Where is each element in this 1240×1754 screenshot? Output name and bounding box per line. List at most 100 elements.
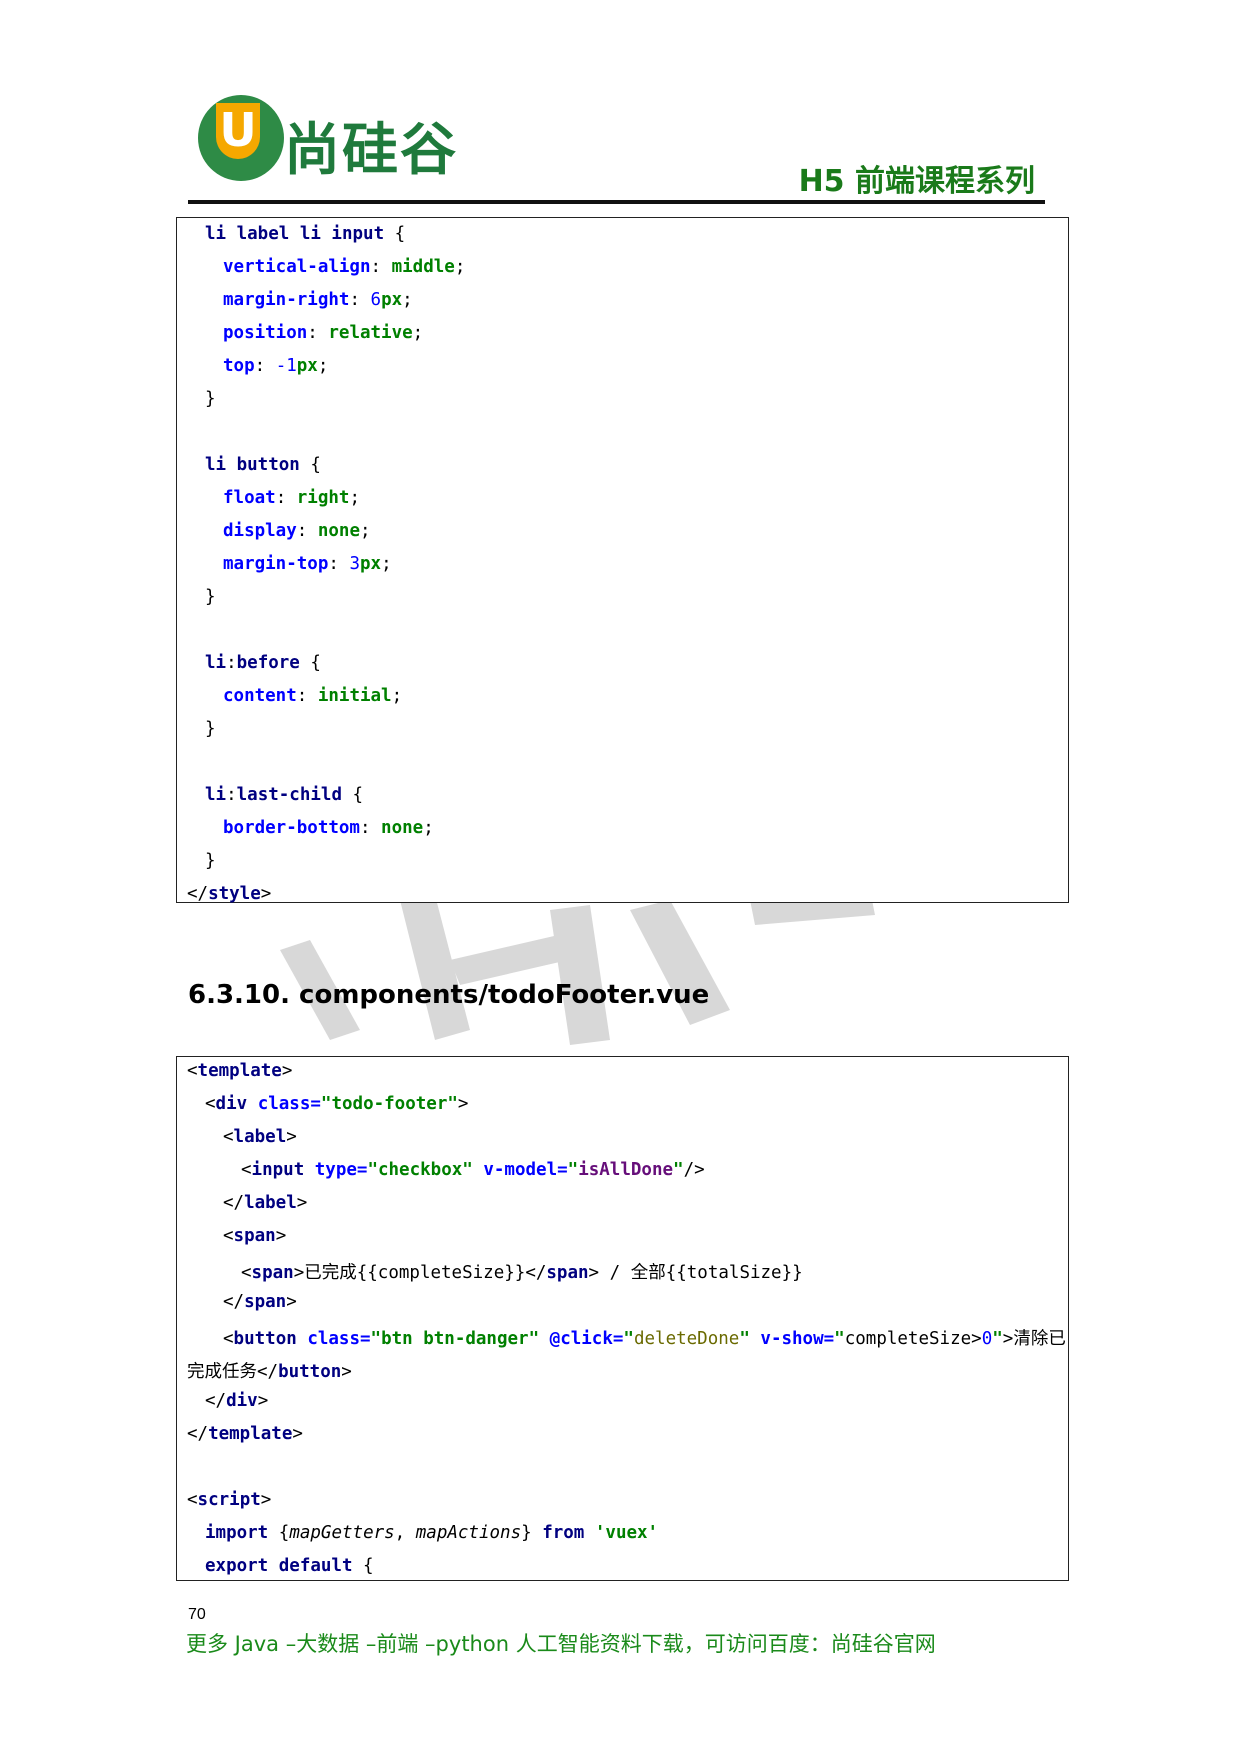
code-token: button	[233, 1329, 308, 1349]
code-token: <	[205, 1094, 216, 1114]
code-token: border-bottom	[223, 818, 360, 838]
code-token: :	[226, 785, 237, 805]
code-token: relative	[328, 323, 413, 343]
code-token: div	[226, 1391, 258, 1411]
code-line: <script>	[187, 1490, 271, 1520]
code-token: >	[275, 1226, 287, 1246]
code-token: initial	[317, 686, 392, 706]
code-token: style	[208, 884, 261, 904]
code-line: <span>	[223, 1226, 286, 1256]
code-token: :	[226, 653, 237, 673]
code-token: class=	[307, 1329, 371, 1349]
code-token: {	[299, 653, 321, 673]
code-token: "	[739, 1329, 761, 1349]
code-token: >	[296, 1193, 308, 1213]
code-token: "	[623, 1329, 634, 1349]
code-token: 0	[981, 1329, 993, 1349]
code-token: margin-right	[223, 290, 350, 310]
code-line: <button class="btn btn-danger" @click="d…	[223, 1325, 1066, 1355]
code-token: :	[254, 356, 276, 376]
code-token: v-model=	[483, 1160, 568, 1180]
code-block-todofooter: <template> <div class="todo-footer"> <labe…	[176, 1056, 1069, 1581]
code-line: 完成任务</button>	[187, 1358, 352, 1388]
code-token: {	[384, 224, 406, 244]
code-token: </	[223, 1193, 245, 1213]
code-line: display: none;	[223, 521, 371, 551]
code-token: <	[241, 1160, 252, 1180]
code-token: ;	[349, 488, 360, 508]
code-token: >	[341, 1362, 352, 1382]
code-token: template	[208, 1424, 293, 1444]
code-line: li button {	[205, 455, 321, 485]
code-line: <input type="checkbox" v-model="isAllDon…	[241, 1160, 705, 1190]
code-token: <	[187, 1490, 198, 1510]
code-token: input	[251, 1160, 315, 1180]
code-token: {	[278, 1523, 290, 1543]
code-token: type=	[314, 1160, 368, 1180]
code-token: px	[296, 356, 318, 376]
code-token: :	[359, 818, 382, 838]
code-line: top: -1px;	[223, 356, 328, 386]
code-token: span	[233, 1226, 276, 1246]
code-token: }	[205, 719, 216, 739]
code-token: ;	[423, 818, 434, 838]
logo: U 尚硅谷	[198, 95, 488, 185]
code-token: "	[992, 1329, 1003, 1349]
code-token: -1	[275, 356, 297, 376]
code-token: px	[381, 290, 403, 310]
code-token: </	[187, 1424, 209, 1444]
code-token: "	[673, 1160, 684, 1180]
header-rule	[188, 200, 1045, 204]
code-line: <label>	[223, 1127, 297, 1157]
code-token: li label li input	[205, 224, 385, 244]
code-token: template	[197, 1061, 282, 1081]
code-token: script	[197, 1490, 261, 1510]
code-token: import	[205, 1523, 279, 1543]
code-token: >	[260, 1490, 272, 1510]
code-token: :	[328, 554, 350, 574]
code-token: >	[286, 1127, 297, 1147]
code-token: {	[299, 455, 321, 475]
code-token: 3	[349, 554, 360, 574]
code-token: span	[244, 1292, 287, 1312]
code-line: border-bottom: none;	[223, 818, 434, 848]
code-token: right	[296, 488, 350, 508]
code-block-style: li label li input { vertical-align: middl…	[176, 217, 1069, 904]
code-token: }	[205, 587, 216, 607]
code-token: float	[223, 488, 276, 508]
code-line: }	[205, 851, 216, 881]
code-line: float: right;	[223, 488, 360, 518]
code-token: "btn btn-danger"	[370, 1329, 550, 1349]
page-number: 70	[188, 1606, 206, 1623]
code-token: mapActions	[415, 1523, 522, 1543]
code-token: >	[292, 1424, 303, 1444]
code-line: li:before {	[205, 653, 321, 683]
code-token: :	[275, 488, 297, 508]
course-series-title: H5 前端课程系列	[798, 164, 1035, 199]
code-line: vertical-align: middle;	[223, 257, 465, 287]
code-token: >	[281, 1061, 293, 1081]
code-token: ,	[394, 1523, 416, 1543]
code-token: > / 全部{{totalSize}}	[588, 1263, 803, 1283]
code-token: {	[341, 785, 364, 805]
code-token: <	[223, 1226, 234, 1246]
code-token: >	[257, 1391, 269, 1411]
code-token: }	[205, 851, 216, 871]
code-line: content: initial;	[223, 686, 402, 716]
watermark	[280, 890, 875, 1045]
code-line: }	[205, 389, 216, 419]
logo-letter: U	[216, 103, 260, 159]
code-token: ;	[402, 290, 413, 310]
code-token: label	[233, 1127, 287, 1147]
code-token: }	[205, 389, 216, 409]
code-token: <	[241, 1263, 252, 1283]
code-line: export default {	[205, 1556, 374, 1586]
code-token: div	[215, 1094, 258, 1114]
code-line: import {mapGetters, mapActions} from 'vu…	[205, 1523, 658, 1553]
code-token: >已完成{{completeSize}}</	[293, 1263, 547, 1283]
code-token: li	[205, 653, 227, 673]
code-token: vertical-align	[223, 257, 371, 277]
code-token: 6	[370, 290, 382, 310]
code-token: />	[683, 1160, 705, 1180]
code-token: label	[244, 1193, 297, 1213]
